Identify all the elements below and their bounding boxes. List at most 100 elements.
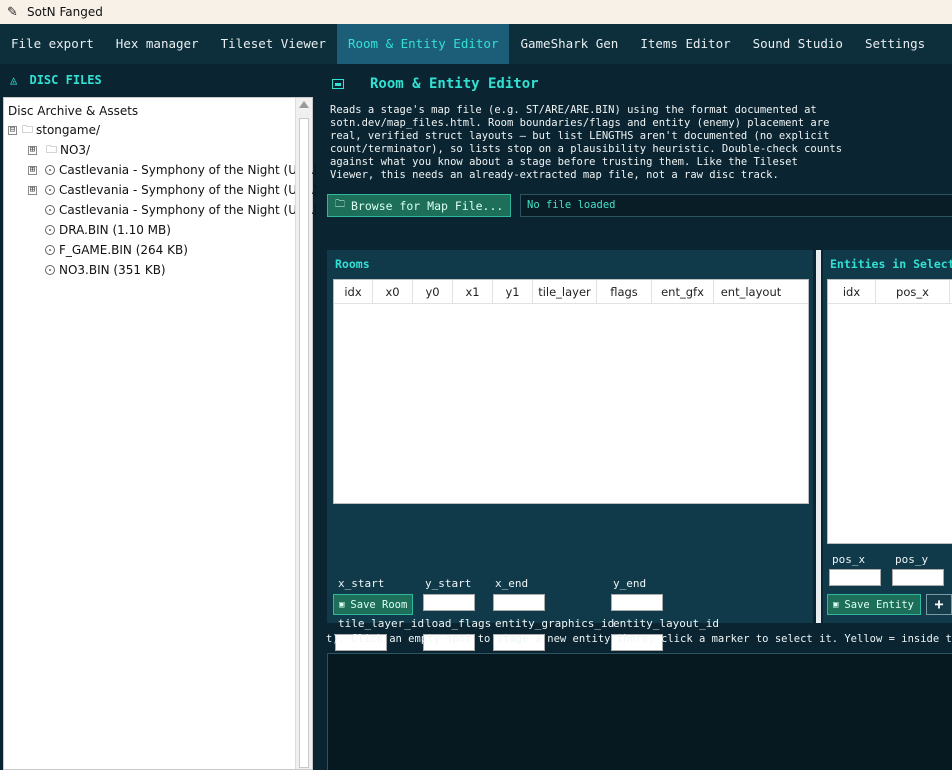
tab-gameshark-gen[interactable]: GameShark Gen: [509, 24, 629, 64]
x-end-label: x_end: [495, 577, 529, 590]
rooms-table-header: idx x0 y0 x1 y1 tile_layer flags ent_gfx…: [334, 280, 808, 304]
x-end-input[interactable]: [493, 594, 545, 611]
disc-icon: [45, 245, 55, 255]
column-header[interactable]: tile_layer: [533, 280, 597, 303]
map-icon: [332, 79, 344, 89]
tree-caption: Disc Archive & Assets: [8, 104, 139, 118]
column-header[interactable]: flags: [597, 280, 652, 303]
x-start-label: x_start: [338, 577, 385, 590]
pos-x-input[interactable]: [829, 569, 881, 586]
y-end-input[interactable]: [611, 594, 663, 611]
entities-table[interactable]: idx pos_x: [827, 279, 952, 544]
load-flags-label: load_flags: [425, 617, 492, 630]
expand-icon[interactable]: ⊞: [28, 145, 37, 155]
column-header[interactable]: idx: [828, 280, 876, 303]
column-header[interactable]: idx: [334, 280, 373, 303]
tab-room-entity-editor[interactable]: Room & Entity Editor: [336, 24, 510, 64]
editor-header: Room & Entity Editor: [332, 76, 539, 92]
column-header[interactable]: y1: [493, 280, 533, 303]
title-bar: ✎ SotN Fanged: [0, 0, 952, 24]
tree-node-castlevania-2[interactable]: ⊞ Castlevania - Symphony of the Night (U…: [28, 181, 326, 199]
tree-node-castlevania-3[interactable]: Castlevania - Symphony of the Night (USA…: [45, 201, 328, 219]
tab-hex-manager[interactable]: Hex manager: [105, 24, 210, 64]
add-entity-button[interactable]: +: [926, 594, 952, 615]
feather-icon: ✎: [7, 4, 18, 20]
tile-layer-id-label: tile_layer_id: [338, 617, 425, 630]
room-entity-editor: Room & Entity Editor Reads a stage's map…: [316, 64, 952, 770]
scroll-up-icon[interactable]: [299, 101, 309, 108]
tree-node-label: Castlevania - Symphony of the Night (USA…: [59, 163, 327, 177]
editor-description: Reads a stage's map file (e.g. ST/ARE/AR…: [330, 104, 843, 181]
disc-file-tree[interactable]: Disc Archive & Assets ⊟ 🗀 stongame/ ⊞ 🗀 …: [3, 97, 328, 770]
tree-node-castlevania-1[interactable]: ⊞ Castlevania - Symphony of the Night (U…: [28, 161, 326, 179]
window-title: SotN Fanged: [27, 5, 103, 19]
tree-node-label: NO3/: [60, 143, 91, 157]
y-start-label: y_start: [425, 577, 472, 590]
save-entity-label: Save Entity: [844, 598, 914, 611]
editor-title: Room & Entity Editor: [370, 76, 539, 92]
tree-node-no3-bin[interactable]: NO3.BIN (351 KB): [45, 261, 166, 279]
disc-icon: [45, 205, 55, 215]
rooms-table[interactable]: idx x0 y0 x1 y1 tile_layer flags ent_gfx…: [333, 279, 809, 504]
tab-bar: File export Hex manager Tileset Viewer R…: [0, 24, 952, 64]
tree-node-f-game-bin[interactable]: F_GAME.BIN (264 KB): [45, 241, 188, 259]
save-icon: ▣: [833, 599, 839, 610]
collapse-icon[interactable]: ⊟: [8, 125, 17, 135]
column-header[interactable]: x1: [453, 280, 493, 303]
browse-map-file-button[interactable]: 🗀 Browse for Map File...: [327, 194, 511, 217]
entity-graphics-id-label: entity_graphics_id: [495, 617, 615, 630]
tree-node-stongame[interactable]: ⊟ 🗀 stongame/: [8, 121, 100, 139]
tab-sound-studio[interactable]: Sound Studio: [742, 24, 854, 64]
y-start-input[interactable]: [423, 594, 475, 611]
save-room-label: Save Room: [350, 598, 408, 611]
y-end-label: y_end: [613, 577, 647, 590]
pos-y-input[interactable]: [892, 569, 944, 586]
column-header[interactable]: x0: [373, 280, 413, 303]
tree-scrollbar[interactable]: [295, 98, 312, 769]
pos-y-label: pos_y: [895, 553, 929, 566]
column-header[interactable]: y0: [413, 280, 453, 303]
tab-tileset-viewer[interactable]: Tileset Viewer: [210, 24, 337, 64]
canvas-hint: t). Click an empty spot to stage a new e…: [326, 633, 952, 645]
rooms-panel: Rooms idx x0 y0 x1 y1 tile_layer flags e…: [327, 250, 813, 651]
entities-table-header: idx pos_x: [828, 280, 952, 304]
tree-node-label: Castlevania - Symphony of the Night (USA…: [59, 183, 327, 197]
file-status-field: No file loaded: [520, 194, 952, 217]
folder-icon: 🗀: [46, 142, 57, 156]
expand-icon[interactable]: ⊞: [28, 165, 37, 175]
map-canvas[interactable]: [327, 653, 952, 770]
panel-divider[interactable]: [816, 250, 821, 623]
sidebar-header-label: DISC FILES: [29, 73, 102, 87]
tab-settings[interactable]: Settings: [854, 24, 936, 64]
entities-panel: Entities in Select idx pos_x: [823, 250, 952, 623]
tab-items-editor[interactable]: Items Editor: [629, 24, 741, 64]
disc-icon: [45, 265, 55, 275]
tree-node-label: Castlevania - Symphony of the Night (USA…: [59, 203, 329, 217]
sidebar-header: ◬ DISC FILES: [10, 73, 102, 87]
tree-node-no3[interactable]: ⊞ 🗀 NO3/: [28, 141, 90, 159]
pos-x-label: pos_x: [832, 553, 866, 566]
folder-icon: 🗀: [22, 122, 33, 136]
disc-icon: ◬: [10, 73, 18, 87]
rooms-title: Rooms: [335, 257, 370, 271]
browse-label: Browse for Map File...: [351, 198, 504, 213]
sidebar: ◬ DISC FILES Disc Archive & Assets ⊟ 🗀 s…: [0, 64, 328, 770]
column-header[interactable]: ent_layout: [714, 280, 788, 303]
save-icon: ▣: [339, 599, 345, 610]
column-header[interactable]: pos_x: [876, 280, 950, 303]
tab-file-export[interactable]: File export: [0, 24, 105, 64]
tree-node-dra-bin[interactable]: DRA.BIN (1.10 MB): [45, 221, 171, 239]
save-entity-button[interactable]: ▣ Save Entity: [827, 594, 921, 615]
tree-node-label: NO3.BIN (351 KB): [59, 263, 166, 277]
entities-title: Entities in Select: [830, 257, 952, 271]
disc-icon: [45, 225, 55, 235]
scrollbar-thumb[interactable]: [299, 118, 309, 768]
expand-icon[interactable]: ⊞: [28, 185, 37, 195]
column-header[interactable]: ent_gfx: [652, 280, 714, 303]
tree-node-label: F_GAME.BIN (264 KB): [59, 243, 188, 257]
tree-node-label: DRA.BIN (1.10 MB): [59, 223, 171, 237]
folder-icon: 🗀: [335, 199, 345, 210]
entity-layout-id-label: entity_layout_id: [613, 617, 719, 630]
save-room-button[interactable]: ▣ Save Room: [333, 594, 413, 615]
tree-node-label: stongame/: [36, 123, 100, 137]
